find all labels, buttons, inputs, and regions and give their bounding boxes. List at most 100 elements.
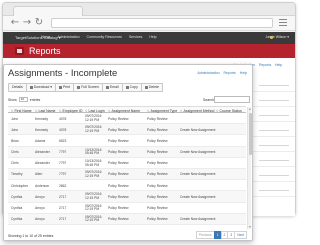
table-cell: Policy Review (108, 194, 129, 199)
bg-row-text (259, 130, 289, 131)
page-length-select[interactable]: 10 (18, 97, 28, 102)
tab-strip (3, 3, 295, 16)
bg-link-reports[interactable]: Reports (259, 63, 271, 67)
back-icon[interactable]: ← (9, 17, 21, 29)
table-header: First NameLast NameEmployee IDLast Login… (8, 106, 246, 113)
details-button[interactable]: Details (8, 83, 27, 92)
report-title: Assignments - Incomplete (8, 68, 118, 79)
browser-toolbar: ← → ↻ (3, 16, 295, 31)
link-administration[interactable]: Administration (197, 71, 219, 75)
download-button[interactable]: Download ▾ (25, 83, 56, 92)
table-cell: 09/07/2016 12:19 PM (85, 192, 102, 201)
scroll-up-icon[interactable] (248, 108, 251, 110)
details-label: Details (12, 85, 23, 89)
table-cell: Kennedy (35, 127, 49, 132)
email-button[interactable]: Email (101, 83, 123, 92)
copy-button[interactable]: Copy (121, 83, 142, 92)
table-cell: Adams (35, 138, 46, 143)
table-cell: Create New Assignment (180, 172, 216, 177)
table-cell: 09/07/2016 12:19 PM (85, 214, 102, 223)
nav-item-administration[interactable]: Administration (57, 35, 79, 39)
table-cell: Create New Assignment (180, 217, 216, 222)
page-button[interactable]: Next (234, 231, 247, 239)
nav-item-community-resources[interactable]: Community Resources (87, 35, 122, 39)
table-cell: 2662 (59, 183, 67, 188)
scroll-down-icon[interactable] (248, 226, 251, 228)
column-header[interactable]: Assignment Type (147, 109, 178, 113)
table-cell: Create New Assignment (180, 150, 216, 155)
table-cell: 6523 (59, 138, 67, 143)
report-table: First NameLast NameEmployee IDLast Login… (8, 106, 246, 225)
column-header[interactable]: Assignment Name (108, 109, 141, 113)
print-button[interactable]: Print (55, 83, 75, 92)
bg-row-divider (253, 106, 295, 107)
table-cell: Create New Assignment (180, 127, 216, 132)
table-cell: Arroyo (35, 206, 45, 210)
table-row[interactable]: Christopher Anderson 2662 Policy Review Poli… (8, 180, 246, 192)
entries-label: entries (29, 97, 41, 102)
column-header[interactable]: Course Status (216, 109, 242, 113)
page-length-control: Show 10 entries (8, 97, 40, 102)
table-cell: Timothy (11, 172, 23, 177)
browser-tab[interactable] (13, 6, 83, 16)
app-nav-menu: Home Administration Community Resources … (41, 35, 157, 39)
table-cell: Allen (35, 172, 43, 177)
table-scrollbar[interactable] (247, 107, 252, 229)
column-header[interactable]: First Name (11, 109, 32, 113)
user-menu[interactable]: Jamie Wilson ▾ (265, 35, 289, 39)
bg-row-divider (253, 196, 295, 197)
app-navbar: TargetSolutions Catalog ▾ Home Administr… (3, 32, 295, 44)
full-screen-button[interactable]: Full Screen (73, 83, 103, 92)
table-cell: Arroyo (35, 217, 45, 222)
print-label: Print (63, 85, 71, 89)
reports-icon (15, 47, 24, 55)
table-cell: Alexander (35, 150, 50, 155)
table-cell: Brian (11, 138, 19, 143)
table-cell: John (11, 116, 19, 121)
table-row[interactable]: Timothy Allen 7797 09/07/2016 12:19 PM Policy… (8, 168, 246, 181)
table-cell: Policy Review (108, 172, 129, 177)
page-title: Reports (29, 46, 61, 56)
table-row[interactable]: Chris Alexander 7797 10/13/2016 05:45 PM Poli… (8, 158, 246, 169)
table-cell: Christopher (11, 183, 29, 188)
search-input[interactable] (214, 96, 250, 103)
column-header[interactable]: Last Name (35, 109, 56, 113)
browser-menu-icon[interactable] (279, 19, 287, 27)
forward-icon[interactable]: → (21, 17, 33, 29)
table-row[interactable]: Brian Adams 6523 Policy Review Policy Review (8, 135, 246, 147)
table-row[interactable]: Cynthia Arroyo 2717 09/07/2016 12:19 PM Polic… (8, 191, 246, 203)
table-row[interactable]: John Kennedy 4078 09/07/2016 12:19 PM Policy … (8, 113, 246, 125)
table-row[interactable]: Chris Alexander 7797 10/13/2016 05:45 PM Poli… (8, 146, 246, 158)
scroll-thumb[interactable] (248, 113, 252, 155)
table-cell: Kennedy (35, 116, 49, 121)
table-row[interactable]: John Kennedy 4078 09/07/2016 12:19 PM Policy … (8, 124, 246, 136)
table-cell: Policy Review (147, 116, 168, 121)
table-row[interactable]: Cynthia Arroyo 2717 09/07/2016 12:19 PM Polic… (8, 213, 246, 225)
report-panel: Assignments - Incomplete Administration … (3, 64, 253, 241)
link-reports[interactable]: Reports (224, 71, 236, 75)
bg-link-help[interactable]: Help (275, 63, 282, 67)
table-cell: 4078 (59, 127, 67, 132)
column-header[interactable]: Assignment Method (180, 109, 215, 113)
report-toolbar: Details Download ▾ Print Full Screen Ema… (8, 83, 163, 92)
table-cell: Alexander (35, 161, 50, 166)
nav-item-services[interactable]: Services (129, 35, 142, 39)
table-cell: Policy Review (147, 150, 168, 155)
page-button[interactable]: Previous (195, 231, 215, 239)
address-bar[interactable] (51, 18, 273, 28)
bg-row-divider (253, 181, 295, 182)
delete-button[interactable]: Delete (140, 83, 163, 92)
table-row[interactable]: Cynthia Arroyo 2717 09/07/2016 12:19 PM Polic… (8, 203, 246, 214)
bg-row-text (259, 100, 289, 101)
reload-icon[interactable]: ↻ (33, 17, 45, 29)
table-cell: Policy Review (147, 138, 168, 143)
download-label: Download ▾ (33, 85, 52, 89)
link-help[interactable]: Help (240, 71, 247, 75)
bg-row-text (259, 175, 289, 176)
nav-item-help[interactable]: Help (149, 35, 156, 39)
table-cell: John (11, 127, 19, 132)
nav-item-home[interactable]: Home (41, 35, 50, 39)
column-header[interactable]: Last Login (85, 109, 105, 113)
table-cell: Policy Review (108, 116, 129, 121)
column-header[interactable]: Employee ID (59, 109, 83, 113)
